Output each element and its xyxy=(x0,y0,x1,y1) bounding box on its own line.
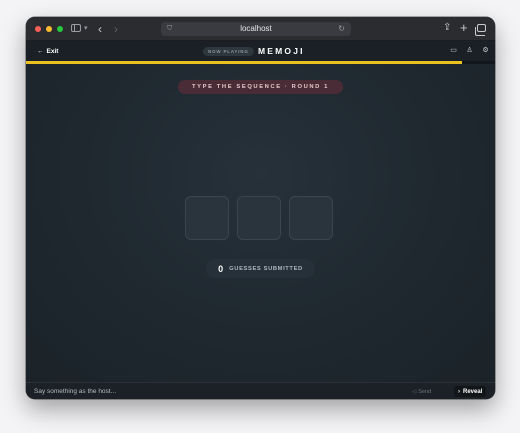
chevron-down-icon[interactable]: ▾ xyxy=(84,24,88,32)
send-button[interactable]: ◁ Send xyxy=(412,386,431,397)
share-icon[interactable]: ⇪ xyxy=(443,22,451,33)
minimize-window-button[interactable] xyxy=(46,25,52,32)
shield-icon: ⛉ xyxy=(167,25,173,32)
reload-icon[interactable]: ↻ xyxy=(338,22,345,36)
app-header: ← Exit NOW PLAYING MEMOJI ▭ ♙ ⚙ xyxy=(26,41,495,61)
game-stage: TYPE THE SEQUENCE · ROUND 1 0 GUESSES SU… xyxy=(26,64,495,382)
plus-icon[interactable]: + xyxy=(460,20,468,35)
send-icon: ◁ xyxy=(412,388,417,395)
guess-label: GUESSES SUBMITTED xyxy=(229,265,303,272)
sequence-slot xyxy=(237,196,281,240)
zoom-window-button[interactable] xyxy=(57,25,63,32)
exit-button[interactable]: ← Exit xyxy=(34,45,61,57)
send-label: Send xyxy=(418,388,432,395)
reveal-icon: › xyxy=(458,388,460,395)
host-chat-bar: ◁ Send › Reveal xyxy=(26,382,495,399)
guess-count: 0 xyxy=(218,263,224,274)
person-icon[interactable]: ♙ xyxy=(464,45,475,56)
reveal-label: Reveal xyxy=(463,388,483,395)
host-chat-input[interactable] xyxy=(34,386,394,397)
reveal-button[interactable]: › Reveal xyxy=(454,386,487,397)
now-playing-badge: NOW PLAYING xyxy=(203,47,254,56)
game-title: MEMOJI xyxy=(258,46,305,56)
arrow-left-icon: ← xyxy=(37,47,44,55)
guesses-counter: 0 GUESSES SUBMITTED xyxy=(206,259,315,278)
sequence-slots xyxy=(185,196,333,240)
window-controls xyxy=(35,25,63,32)
display-icon[interactable]: ▭ xyxy=(448,45,459,56)
gear-icon[interactable]: ⚙ xyxy=(480,45,491,56)
sequence-slot xyxy=(289,196,333,240)
close-window-button[interactable] xyxy=(35,25,41,32)
address-bar[interactable]: ⛉ localhost ↻ xyxy=(161,22,351,36)
forward-icon[interactable]: › xyxy=(114,22,118,36)
sidebar-toggle-icon[interactable] xyxy=(71,24,81,32)
browser-toolbar: ▾ ‹ › ⛉ localhost ↻ ⇪ + xyxy=(26,17,495,41)
browser-window: ▾ ‹ › ⛉ localhost ↻ ⇪ + ← Exit NOW PLAYI… xyxy=(26,17,495,399)
url-text: localhost xyxy=(240,24,272,33)
sequence-slot xyxy=(185,196,229,240)
round-instruction-badge: TYPE THE SEQUENCE · ROUND 1 xyxy=(178,80,343,94)
tabs-icon[interactable] xyxy=(475,24,486,36)
back-icon[interactable]: ‹ xyxy=(98,22,102,36)
exit-label: Exit xyxy=(46,47,59,55)
